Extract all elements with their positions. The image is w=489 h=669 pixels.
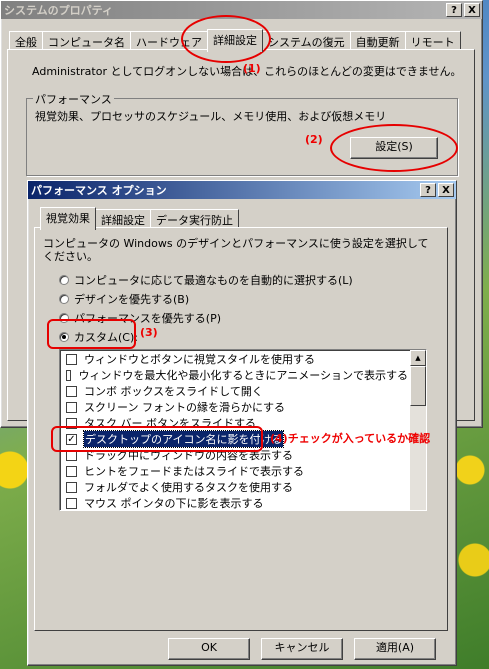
list-item[interactable]: ウィンドウとボタンに視覚スタイルを使用する [60, 351, 408, 367]
radio-option[interactable]: コンピュータに応じて最適なものを自動的に選択する(L) [59, 272, 353, 288]
list-item[interactable]: スクリーン フォントの縁を滑らかにする [60, 399, 408, 415]
checkbox-icon[interactable] [66, 481, 77, 493]
annotation-4: (4)チェックが入っているか確認 [270, 432, 431, 445]
radio-label: コンピュータに応じて最適なものを自動的に選択する(L) [74, 274, 353, 287]
checkbox-icon[interactable] [66, 385, 77, 397]
apply-button[interactable]: 適用(A) [354, 638, 436, 660]
annotation-oval-settings [330, 124, 458, 172]
scroll-up-icon[interactable]: ▲ [410, 350, 426, 366]
help-button[interactable]: ? [446, 3, 462, 17]
ok-button[interactable]: OK [168, 638, 250, 660]
list-item-label: ウィンドウを最大化や最小化するときにアニメーションで表示する [78, 369, 408, 382]
radio-icon[interactable] [59, 294, 69, 304]
window-title: パフォーマンス オプション [31, 184, 167, 197]
annotation-2: (2) [305, 133, 323, 146]
list-item[interactable]: ウィンドウを最大化や最小化するときにアニメーションで表示する [60, 367, 408, 383]
performance-options-titlebar[interactable]: パフォーマンス オプション ? X [28, 181, 456, 199]
annotation-box-icon-shadow [51, 426, 263, 452]
checkbox-icon[interactable] [66, 369, 72, 381]
performance-options-window: パフォーマンス オプション ? X 視覚効果 詳細設定 データ実行防止 コンピュータ… [27, 180, 457, 666]
performance-group-label: パフォーマンス [33, 91, 114, 107]
tab-3[interactable]: 詳細設定 [207, 29, 263, 52]
close-button[interactable]: X [438, 183, 454, 197]
list-item-label: スクリーン フォントの縁を滑らかにする [84, 401, 286, 414]
visual-effects-description: コンピュータの Windows のデザインとパフォーマンスに使う設定を選択してく… [43, 237, 429, 263]
checkbox-icon[interactable] [66, 401, 77, 413]
annotation-3: (3) [140, 326, 158, 339]
radio-option[interactable]: デザインを優先する(B) [59, 291, 189, 307]
performance-description: 視覚効果、プロセッサのスケジュール、メモリ使用、および仮想メモリ [35, 110, 387, 123]
radio-label: デザインを優先する(B) [74, 293, 190, 306]
list-item-label: ウィンドウとボタンに視覚スタイルを使用する [84, 353, 315, 366]
help-button[interactable]: ? [420, 183, 436, 197]
list-item-label: マウス ポインタの下に影を表示する [84, 497, 264, 510]
list-item-label: コンボ ボックスをスライドして開く [84, 385, 263, 398]
window-title: システムのプロパティ [4, 4, 114, 17]
list-item-label: ヒントをフェードまたはスライドで表示する [84, 465, 304, 478]
annotation-1: (1) [243, 62, 261, 75]
checkbox-icon[interactable] [66, 353, 77, 365]
tab-0[interactable]: 視覚効果 [40, 207, 96, 230]
scroll-thumb[interactable] [410, 366, 426, 406]
checkbox-icon[interactable] [66, 465, 77, 477]
list-item[interactable]: フォルダでよく使用するタスクを使用する [60, 479, 408, 495]
radio-icon[interactable] [59, 275, 69, 285]
cancel-button[interactable]: キャンセル [261, 638, 343, 660]
list-item[interactable]: ヒントをフェードまたはスライドで表示する [60, 463, 408, 479]
checkbox-icon[interactable] [66, 497, 77, 509]
list-item[interactable]: マウス ポインタの下に影を表示する [60, 495, 408, 510]
annotation-box-custom [47, 319, 136, 349]
close-button[interactable]: X [464, 3, 480, 17]
list-item[interactable]: コンボ ボックスをスライドして開く [60, 383, 408, 399]
list-item-label: フォルダでよく使用するタスクを使用する [84, 481, 293, 494]
